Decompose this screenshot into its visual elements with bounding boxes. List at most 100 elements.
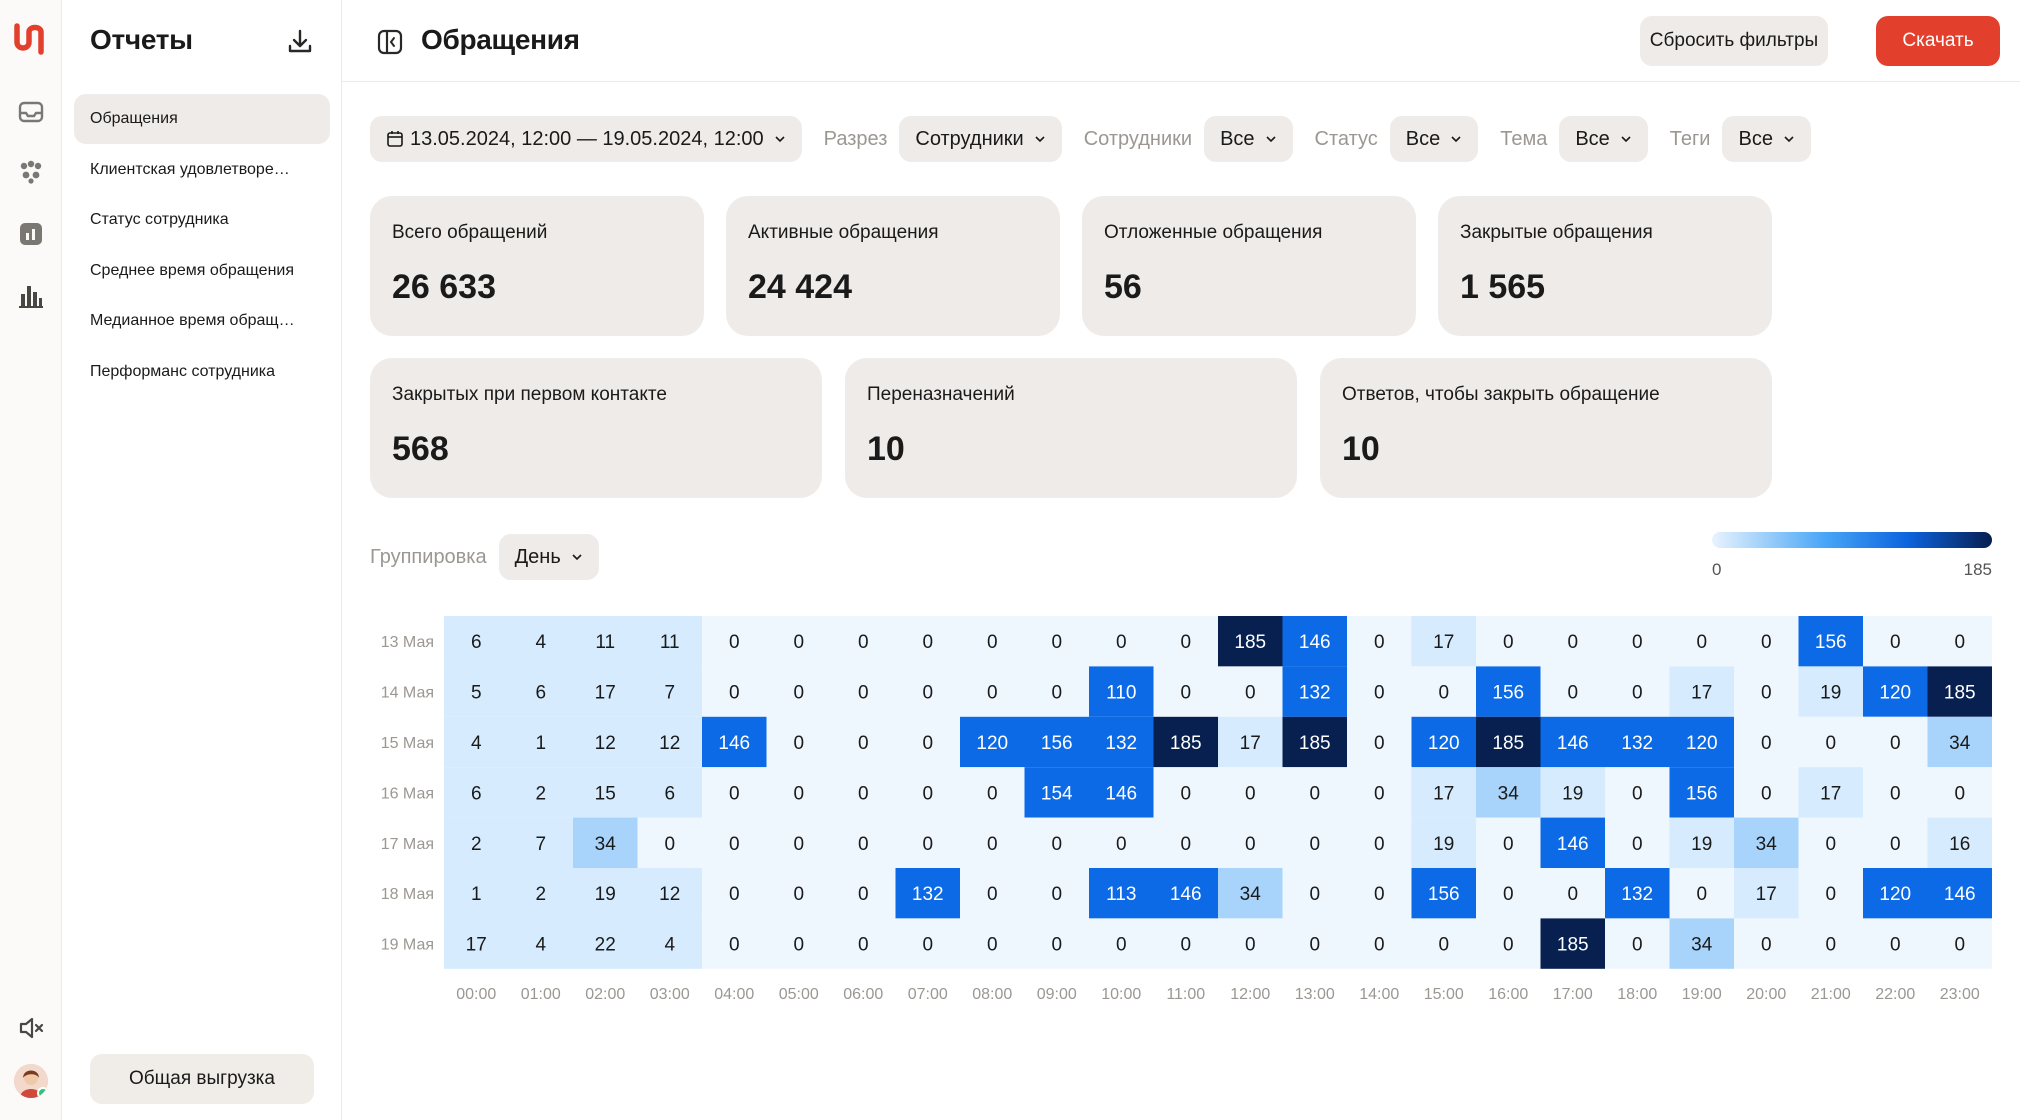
- reset-filters-button[interactable]: Сбросить фильтры: [1640, 16, 1828, 66]
- sidebar-item-employee-status[interactable]: Статус сотрудника: [74, 195, 330, 245]
- heatmap-cell-value: 0: [987, 783, 998, 804]
- heatmap-cell-value: 0: [922, 935, 933, 956]
- stat-label: Ответов, чтобы закрыть обращение: [1342, 384, 1660, 405]
- heatmap-col-label: 19:00: [1682, 986, 1722, 1003]
- heatmap-cell-value: 0: [1890, 733, 1901, 754]
- heatmap-cell-value: 0: [1051, 834, 1062, 855]
- topic-label: Тема: [1500, 127, 1548, 150]
- employees-select[interactable]: Все: [1204, 116, 1293, 162]
- grouping-label: Группировка: [370, 545, 487, 568]
- general-export-button[interactable]: Общая выгрузка: [90, 1054, 314, 1104]
- heatmap-cell-value: 146: [1557, 834, 1589, 855]
- stat-card-first-contact: Закрытых при первом контакте 568: [370, 358, 822, 498]
- heatmap-cell-value: 0: [987, 884, 998, 905]
- topic-select[interactable]: Все: [1559, 116, 1648, 162]
- heatmap-cell-value: 0: [1180, 783, 1191, 804]
- heatmap-col-label: 06:00: [843, 986, 883, 1003]
- grouping-value: День: [514, 545, 561, 568]
- heatmap-cell-value: 12: [659, 733, 680, 754]
- heatmap-cell-value: 34: [595, 834, 617, 855]
- heatmap-cell-value: 19: [1562, 783, 1583, 804]
- sidebar-item-satisfaction[interactable]: Клиентская удовлетворе…: [74, 145, 330, 195]
- heatmap-cell-value: 0: [1696, 884, 1707, 905]
- reports-sidebar: Отчеты Обращения Клиентская удовлетворе……: [62, 0, 342, 1120]
- heatmap-row-label: 15 Мая: [381, 735, 434, 752]
- heatmap-cell-value: 0: [1825, 834, 1836, 855]
- stat-card-reassignments: Переназначений 10: [845, 358, 1297, 498]
- heatmap-cell-value: 0: [858, 884, 869, 905]
- heatmap-cell-value: 185: [1170, 733, 1202, 754]
- stat-value: 10: [1342, 430, 1380, 468]
- heatmap-cell-value: 0: [1374, 683, 1385, 704]
- heatmap-cell-value: 0: [1503, 935, 1514, 956]
- stat-card-replies: Ответов, чтобы закрыть обращение 10: [1320, 358, 1772, 498]
- calendar-icon: [387, 131, 403, 147]
- heatmap-cell-value: 0: [858, 935, 869, 956]
- heatmap-cell-value: 132: [1299, 683, 1331, 704]
- grouping-select[interactable]: День: [498, 534, 599, 580]
- mute-icon[interactable]: [17, 1014, 45, 1042]
- download-button[interactable]: Скачать: [1876, 16, 2000, 66]
- heatmap-cell-value: 0: [1761, 935, 1772, 956]
- sidebar-item-performance[interactable]: Перформанс сотрудника: [74, 347, 330, 397]
- heatmap-cell-value: 185: [1557, 935, 1589, 956]
- status-value: Все: [1405, 127, 1441, 150]
- inbox-icon[interactable]: [17, 98, 45, 126]
- stat-label: Закрытых при первом контакте: [392, 384, 667, 405]
- heatmap-col-label: 03:00: [650, 986, 690, 1003]
- heatmap-col-label: 07:00: [908, 986, 948, 1003]
- status-select[interactable]: Все: [1389, 116, 1479, 162]
- stat-label: Активные обращения: [748, 222, 939, 243]
- online-status-dot: [37, 1087, 48, 1098]
- heatmap-cell-value: 146: [1557, 733, 1589, 754]
- bar-chart-icon[interactable]: [17, 282, 45, 310]
- heatmap-cell-value: 0: [1761, 632, 1772, 653]
- heatmap-cell-value: 0: [1374, 884, 1385, 905]
- sidebar-item-median-time[interactable]: Медианное время обращ…: [74, 296, 330, 346]
- heatmap-col-label: 12:00: [1230, 986, 1270, 1003]
- heatmap-cell-value: 2: [535, 884, 546, 905]
- date-range-picker[interactable]: 13.05.2024, 12:00 — 19.05.2024, 12:00: [370, 116, 802, 162]
- heatmap-cell-value: 0: [729, 834, 740, 855]
- collapse-panel-icon[interactable]: [376, 28, 404, 56]
- tags-value: Все: [1738, 127, 1773, 150]
- heatmap-cell-value: 0: [1116, 834, 1127, 855]
- tags-select[interactable]: Все: [1722, 116, 1811, 162]
- heatmap-col-label: 09:00: [1037, 986, 1077, 1003]
- analytics-icon[interactable]: [17, 220, 45, 248]
- heatmap-cell-value: 0: [1374, 783, 1385, 804]
- slice-select[interactable]: Сотрудники: [899, 116, 1062, 162]
- heatmap-row-label: 19 Мая: [381, 937, 434, 954]
- heatmap-cell-value: 146: [1105, 783, 1137, 804]
- team-icon[interactable]: [17, 158, 45, 186]
- heatmap-cell-value: 17: [1240, 733, 1261, 754]
- slice-label: Разрез: [823, 127, 888, 150]
- heatmap-cell-value: 4: [664, 935, 675, 956]
- heatmap-cell-value: 0: [1696, 632, 1707, 653]
- heatmap-cell-value: 0: [1245, 683, 1256, 704]
- sidebar-item-requests[interactable]: Обращения: [74, 94, 330, 144]
- status-label: Статус: [1314, 127, 1378, 150]
- stat-value: 26 633: [392, 268, 496, 306]
- heatmap-cell-value: 0: [1374, 632, 1385, 653]
- download-icon[interactable]: [284, 26, 316, 58]
- heatmap-cell-value: 0: [1632, 834, 1643, 855]
- heatmap-cell-value: 0: [729, 683, 740, 704]
- heatmap-col-label: 11:00: [1166, 986, 1205, 1003]
- heatmap-cell-value: 120: [1686, 733, 1718, 754]
- avatar[interactable]: [14, 1064, 48, 1098]
- chevron-down-icon: [1784, 136, 1794, 143]
- heatmap-col-label: 22:00: [1875, 986, 1915, 1003]
- chevron-down-icon: [572, 554, 582, 561]
- heatmap-cell-value: 146: [1170, 884, 1202, 905]
- sidebar-item-average-time[interactable]: Среднее время обращения: [74, 246, 330, 296]
- heatmap-cell-value: 0: [1245, 783, 1256, 804]
- heatmap-cell-value: 0: [729, 783, 740, 804]
- heatmap-cell-value: 0: [1632, 783, 1643, 804]
- legend-gradient-bar: [1712, 532, 1992, 548]
- heatmap-cell-value: 0: [1116, 935, 1127, 956]
- heatmap-cell-value: 120: [976, 733, 1008, 754]
- logo-icon[interactable]: [12, 22, 50, 56]
- heatmap-cell-value: 17: [1820, 783, 1841, 804]
- heatmap-cell-value: 0: [1051, 884, 1062, 905]
